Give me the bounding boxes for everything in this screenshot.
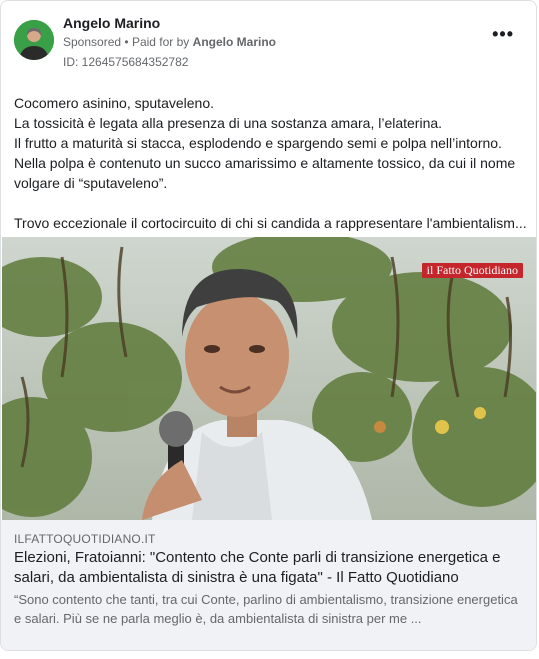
post-text-line: Trovo eccezionale il cortocircuito di ch…	[14, 215, 527, 231]
paid-prefix: Paid for by	[131, 35, 190, 49]
link-domain: ILFATTOQUOTIDIANO.IT	[14, 532, 156, 546]
meta-separator: •	[124, 35, 132, 49]
link-preview[interactable]: ILFATTOQUOTIDIANO.IT Elezioni, Fratoiann…	[1, 520, 536, 650]
post-header: Angelo Marino Sponsored • Paid for by An…	[1, 1, 536, 81]
ad-id: ID: 1264575684352782	[63, 55, 189, 69]
sponsored-label: Sponsored	[63, 35, 122, 49]
link-description: “Sono contento che tanti, tra cui Conte,…	[14, 592, 518, 626]
link-title[interactable]: Elezioni, Fratoianni: "Contento che Cont…	[14, 548, 526, 588]
post-text: Cocomero asinino, sputaveleno. La tossic…	[14, 93, 529, 233]
photo-illustration	[2, 237, 536, 520]
post-text-line: Nella polpa è contenuto un succo amariss…	[14, 155, 516, 171]
post-text-line: volgare di “sputaveleno”.	[14, 175, 168, 191]
post-image[interactable]: il Fatto Quotidiano	[2, 237, 536, 520]
paid-by-name: Angelo Marino	[192, 35, 276, 49]
author-avatar[interactable]	[14, 20, 54, 60]
post-text-line: La tossicità è legata alla presenza di u…	[14, 115, 443, 131]
author-name[interactable]: Angelo Marino	[63, 15, 160, 31]
sponsored-meta: Sponsored • Paid for by Angelo Marino	[63, 35, 276, 49]
post-text-line: Cocomero asinino, sputaveleno.	[14, 95, 215, 111]
publisher-watermark: il Fatto Quotidiano	[421, 263, 523, 278]
ad-card: Angelo Marino Sponsored • Paid for by An…	[0, 0, 537, 651]
post-text-line: Il frutto a maturità si stacca, esploden…	[14, 135, 502, 151]
more-options-icon[interactable]: •••	[492, 25, 514, 43]
